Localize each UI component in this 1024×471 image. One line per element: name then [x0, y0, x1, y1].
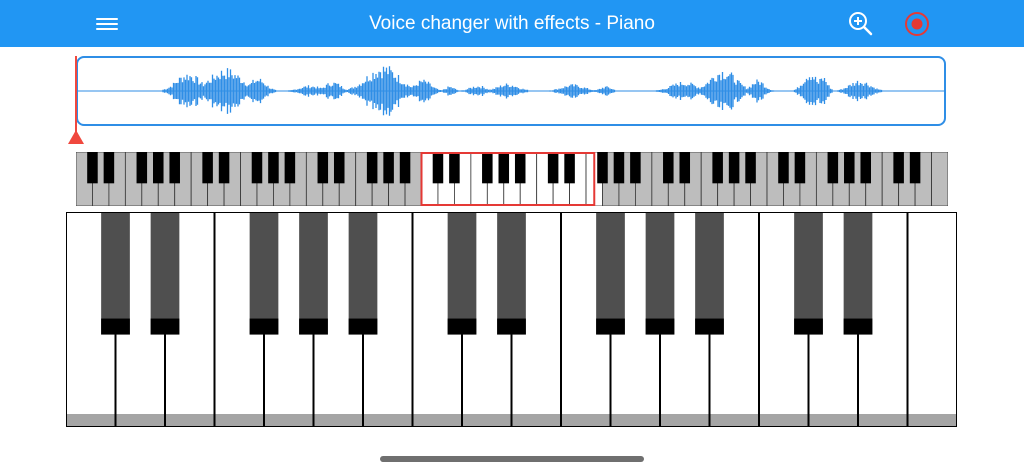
overview-black-key[interactable]: [333, 152, 345, 184]
overview-black-key[interactable]: [613, 152, 625, 184]
waveform-frame[interactable]: [76, 56, 946, 126]
overview-black-key[interactable]: [663, 152, 674, 184]
record-icon: [905, 12, 929, 36]
black-key[interactable]: [299, 212, 328, 335]
overview-black-key[interactable]: [202, 152, 213, 184]
black-key[interactable]: [596, 212, 625, 335]
overview-black-key[interactable]: [218, 152, 230, 184]
hamburger-menu-icon: [96, 18, 118, 20]
black-key[interactable]: [645, 212, 675, 335]
overview-black-key[interactable]: [728, 152, 740, 184]
record-button[interactable]: [902, 9, 932, 39]
black-key[interactable]: [249, 212, 279, 335]
overview-black-key[interactable]: [844, 152, 855, 184]
black-key[interactable]: [794, 212, 823, 335]
menu-button[interactable]: [92, 13, 122, 35]
overview-black-key[interactable]: [597, 152, 608, 184]
app-header: Voice changer with effects - Piano: [0, 0, 1024, 47]
keyboard-overview[interactable]: [76, 152, 948, 206]
overview-black-key[interactable]: [317, 152, 329, 184]
overview-black-key[interactable]: [778, 152, 789, 184]
home-indicator: [380, 456, 644, 462]
overview-black-key[interactable]: [712, 152, 723, 184]
overview-black-key[interactable]: [482, 152, 493, 184]
overview-black-key[interactable]: [498, 152, 510, 184]
waveform-area[interactable]: [66, 54, 950, 146]
overview-black-key[interactable]: [860, 152, 872, 184]
overview-black-key[interactable]: [564, 152, 575, 184]
black-key[interactable]: [843, 212, 873, 335]
overview-black-key[interactable]: [893, 152, 904, 184]
overview-black-key[interactable]: [87, 152, 98, 184]
overview-black-key[interactable]: [909, 152, 921, 184]
overview-black-key[interactable]: [169, 152, 180, 184]
black-key[interactable]: [348, 212, 378, 335]
overview-black-key[interactable]: [432, 152, 444, 184]
overview-black-key[interactable]: [399, 152, 411, 184]
overview-black-key[interactable]: [268, 152, 279, 184]
overview-black-key[interactable]: [284, 152, 296, 184]
black-key[interactable]: [497, 212, 526, 335]
overview-black-key[interactable]: [827, 152, 839, 184]
overview-black-key[interactable]: [136, 152, 148, 184]
black-key[interactable]: [101, 212, 130, 335]
overview-black-key[interactable]: [679, 152, 691, 184]
overview-black-key[interactable]: [630, 152, 641, 184]
overview-black-key[interactable]: [794, 152, 806, 184]
overview-white-key[interactable]: [931, 152, 948, 206]
overview-black-key[interactable]: [366, 152, 378, 184]
hamburger-line: [96, 23, 118, 25]
overview-black-key[interactable]: [547, 152, 559, 184]
overview-black-key[interactable]: [514, 152, 526, 184]
black-key[interactable]: [150, 212, 180, 335]
zoom-in-icon: [849, 12, 873, 36]
waveform: [78, 66, 944, 116]
zoom-button[interactable]: [846, 9, 876, 39]
hamburger-line: [96, 28, 118, 30]
black-key[interactable]: [695, 212, 724, 335]
overview-black-key[interactable]: [745, 152, 756, 184]
playhead[interactable]: [75, 56, 77, 132]
overview-black-key[interactable]: [383, 152, 394, 184]
black-key[interactable]: [447, 212, 477, 335]
overview-black-key[interactable]: [449, 152, 460, 184]
playhead-handle[interactable]: [68, 130, 84, 144]
overview-black-key[interactable]: [103, 152, 115, 184]
overview-black-key[interactable]: [152, 152, 164, 184]
white-key[interactable]: [906, 212, 958, 427]
piano-keyboard[interactable]: [66, 212, 957, 427]
overview-black-key[interactable]: [251, 152, 263, 184]
